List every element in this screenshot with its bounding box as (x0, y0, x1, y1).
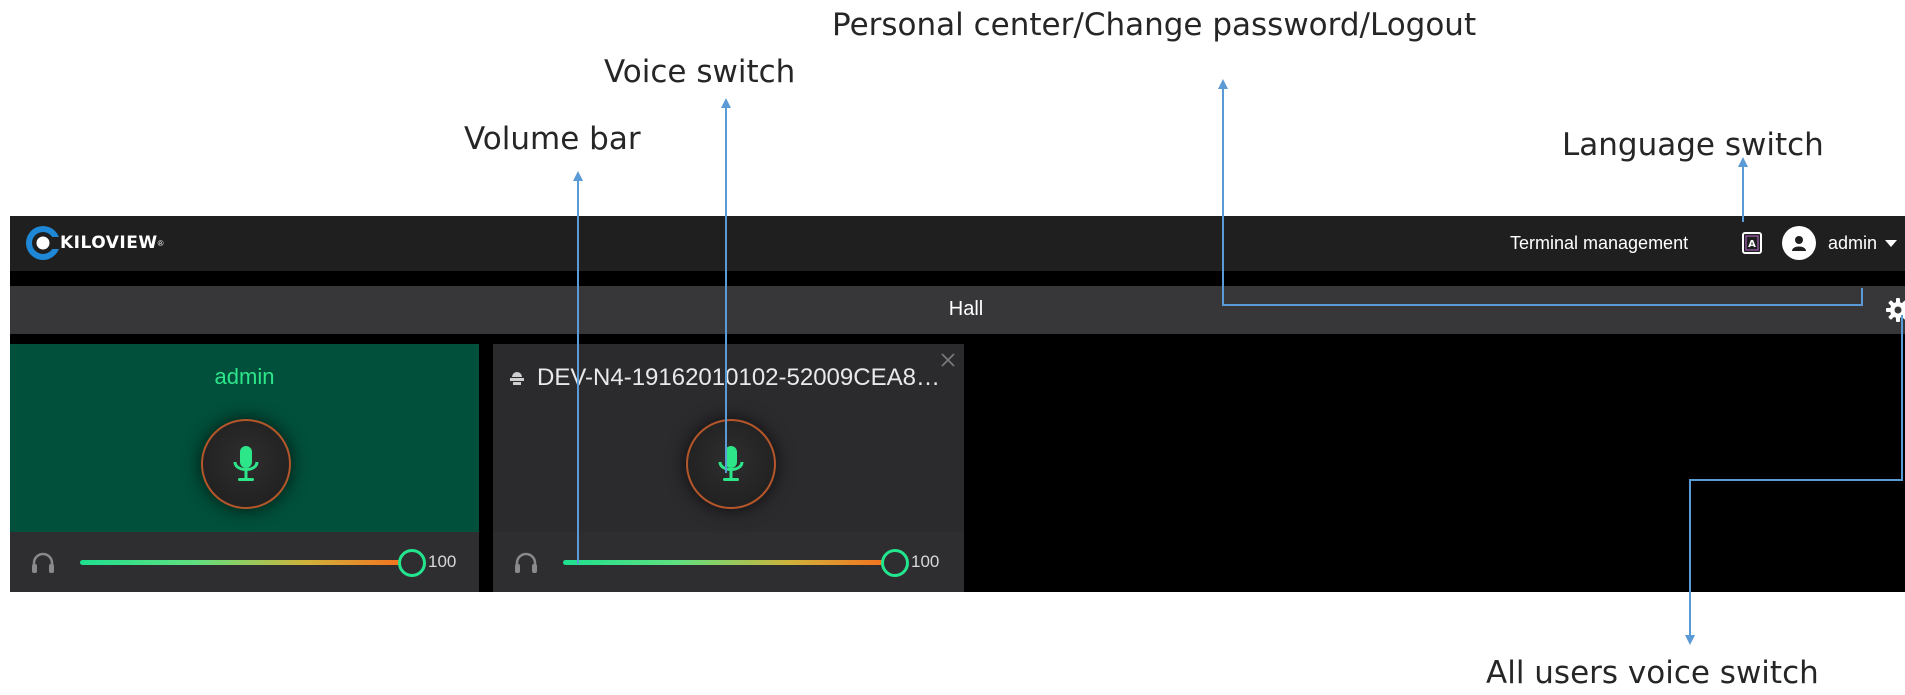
callout-language-switch: Language switch (1562, 127, 1824, 163)
close-icon[interactable] (939, 351, 957, 369)
top-navigation-bar: KILOVIEW ® Terminal management A admin (10, 216, 1905, 271)
headset-icon (32, 552, 54, 573)
device-icon (510, 372, 524, 385)
language-icon[interactable]: A (1738, 229, 1766, 257)
volume-row: 100 (493, 532, 964, 592)
callout-personal-center: Personal center/Change password/Logout (832, 7, 1477, 43)
participant-card-device: DEV-N4-19162010102-52009CEA8… 100 (493, 344, 964, 592)
headset-icon (515, 552, 537, 573)
microphone-icon (233, 446, 259, 481)
brand-registered-mark: ® (157, 238, 164, 248)
volume-slider-handle[interactable] (881, 549, 909, 577)
participant-name: admin (214, 364, 275, 389)
voice-switch-button[interactable] (686, 419, 776, 509)
volume-value: 100 (911, 552, 940, 571)
participant-name: DEV-N4-19162010102-52009CEA8… (537, 364, 940, 391)
terminal-management-link[interactable]: Terminal management (1510, 229, 1688, 257)
hall-title: Hall (948, 298, 984, 320)
voice-switch-button[interactable] (201, 419, 291, 509)
volume-slider-track[interactable] (563, 560, 888, 565)
volume-row: 100 (10, 532, 479, 592)
svg-text:A: A (1748, 239, 1756, 250)
callout-all-users-voice-switch: All users voice switch (1486, 655, 1819, 691)
microphone-icon (718, 446, 744, 481)
app-window: KILOVIEW ® Terminal management A admin H… (10, 216, 1905, 592)
participant-card-admin: admin 100 (10, 344, 479, 592)
brand-logo[interactable]: KILOVIEW ® (24, 224, 163, 262)
user-menu[interactable]: admin (1782, 225, 1898, 261)
volume-slider-track[interactable] (80, 560, 405, 565)
callout-volume-bar: Volume bar (464, 121, 641, 157)
volume-value: 100 (428, 552, 457, 571)
chevron-down-icon (1885, 239, 1898, 247)
logo-mark-icon (26, 226, 62, 260)
callout-voice-switch: Voice switch (604, 54, 796, 90)
settings-gear-icon[interactable] (1885, 297, 1905, 323)
user-name: admin (1828, 232, 1878, 253)
brand-wordmark: KILOVIEW (60, 233, 158, 253)
volume-slider-handle[interactable] (398, 549, 426, 577)
avatar-icon (1782, 226, 1816, 260)
hall-header: Hall (10, 286, 1905, 334)
